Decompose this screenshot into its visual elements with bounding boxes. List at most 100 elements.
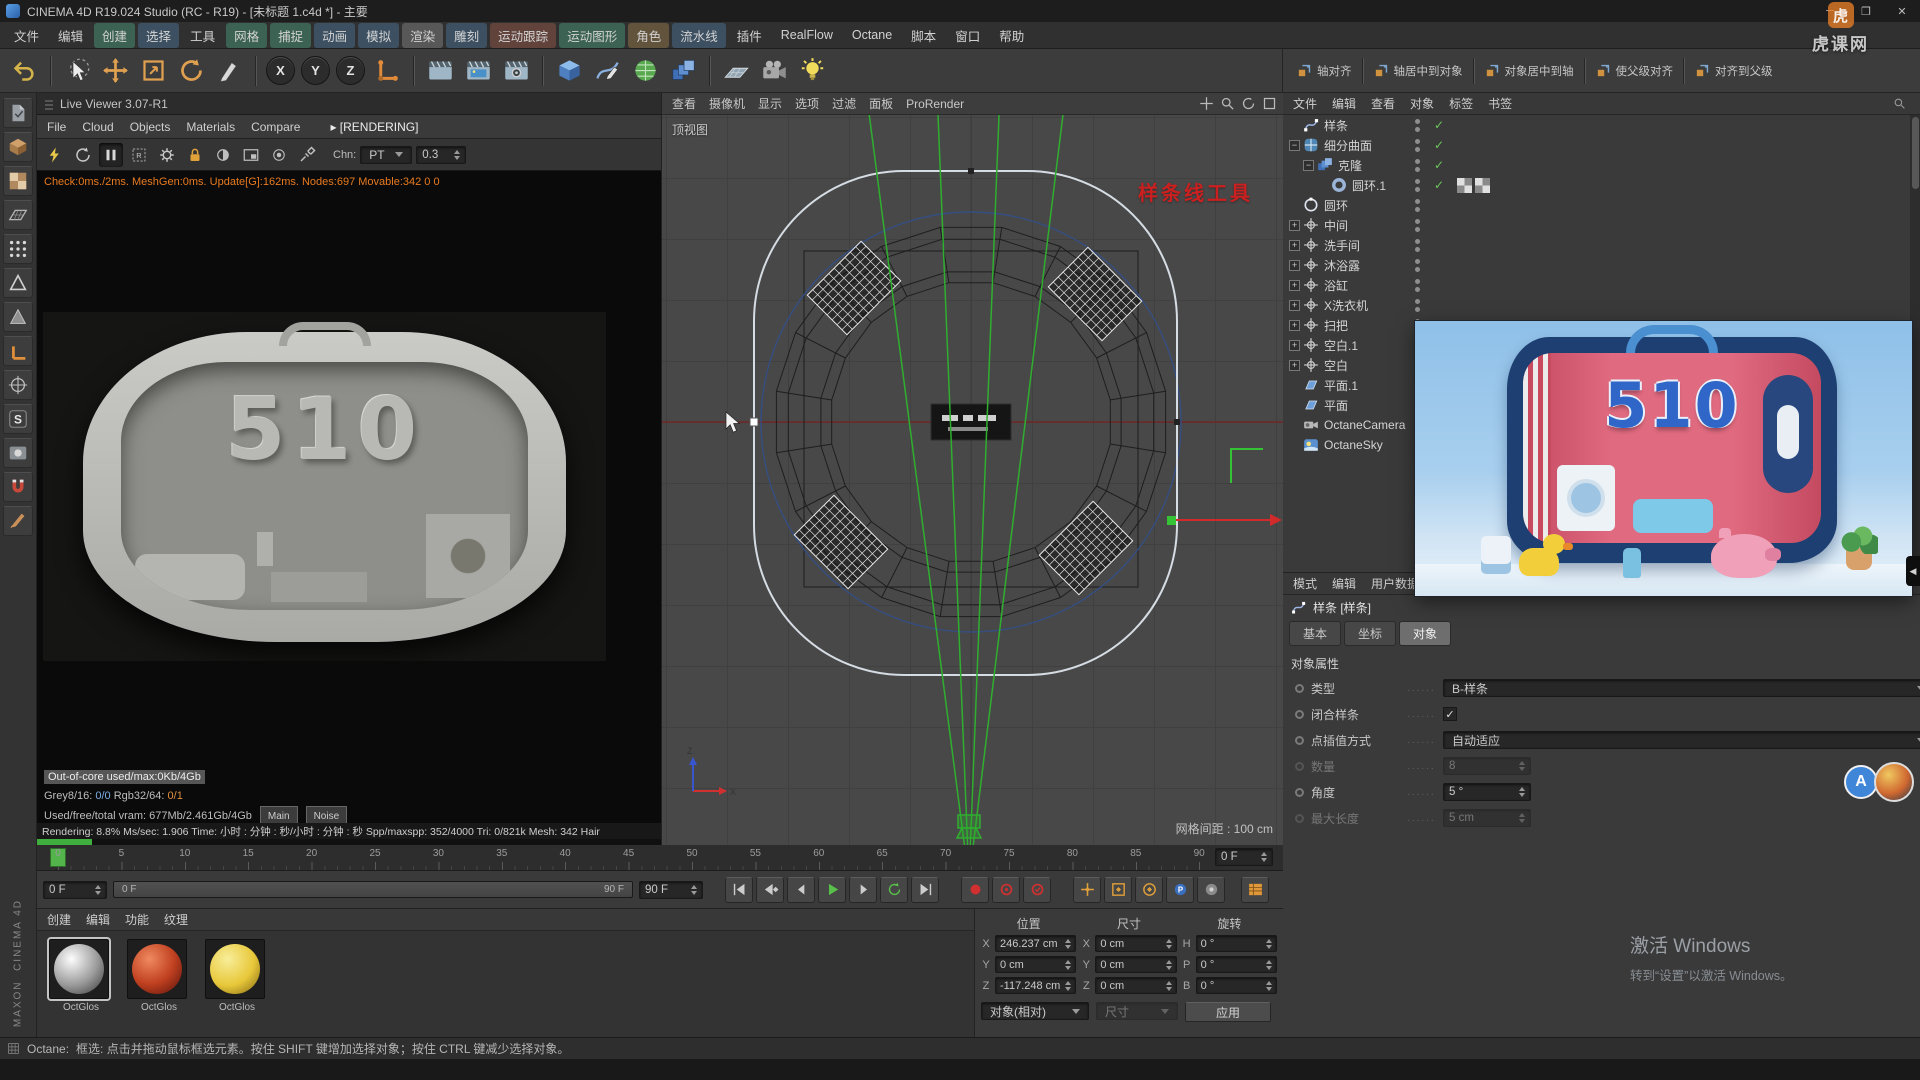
object-row-6[interactable]: +中间 xyxy=(1283,215,1910,235)
menu-item-16[interactable]: 插件 xyxy=(729,23,770,48)
tab-对象[interactable]: 对象 xyxy=(1399,621,1451,646)
menu-item-8[interactable]: 动画 xyxy=(314,23,355,48)
menu-item-15[interactable]: 流水线 xyxy=(672,23,726,48)
menu-item-4[interactable]: 选择 xyxy=(138,23,179,48)
object-row-1[interactable]: 样条✓ xyxy=(1283,115,1910,135)
coord-field-尺寸-X[interactable]: 0 cm xyxy=(1095,935,1176,952)
material-menu-编辑[interactable]: 编辑 xyxy=(86,911,110,928)
material-item-2[interactable]: OctGlos xyxy=(127,939,191,1013)
track-circle-icon[interactable] xyxy=(1295,762,1304,771)
om-menu-编辑[interactable]: 编辑 xyxy=(1332,95,1356,112)
size-mode-dropdown[interactable]: 尺寸 xyxy=(1096,1002,1178,1020)
material-item-3[interactable]: OctGlos xyxy=(205,939,269,1013)
tab-坐标[interactable]: 坐标 xyxy=(1344,621,1396,646)
start-frame-field[interactable]: 0 F xyxy=(43,881,107,899)
restart-icon[interactable] xyxy=(43,143,67,167)
zoom-icon[interactable] xyxy=(1220,96,1235,111)
om-menu-文件[interactable]: 文件 xyxy=(1293,95,1317,112)
visibility-dots[interactable] xyxy=(1415,219,1420,232)
object-row-7[interactable]: +洗手间 xyxy=(1283,235,1910,255)
enabled-check-icon[interactable]: ✓ xyxy=(1434,178,1444,192)
align-button-4[interactable]: 使父级对齐 xyxy=(1590,58,1679,83)
channel-value-stepper[interactable]: 0.3 xyxy=(416,146,466,164)
om-menu-书签[interactable]: 书签 xyxy=(1488,95,1512,112)
play-button[interactable] xyxy=(818,877,846,903)
render-view-tool[interactable] xyxy=(422,53,458,89)
visibility-dots[interactable] xyxy=(1415,299,1420,312)
expander-icon[interactable]: + xyxy=(1289,340,1300,351)
viewport-menu-摄像机[interactable]: 摄像机 xyxy=(709,95,745,112)
object-row-4[interactable]: 圆环.1✓ xyxy=(1283,175,1910,195)
focus-picker-icon[interactable] xyxy=(267,143,291,167)
coordinate-mode-dropdown[interactable]: 对象(相对) xyxy=(981,1002,1089,1020)
coord-field-位置-Z[interactable]: -117.248 cm xyxy=(995,977,1076,994)
rotate-tool[interactable] xyxy=(173,53,209,89)
avatar-letter-badge[interactable]: A xyxy=(1844,765,1878,799)
am-menu-编辑[interactable]: 编辑 xyxy=(1332,575,1356,592)
move-tool[interactable] xyxy=(97,53,133,89)
menu-item-5[interactable]: 工具 xyxy=(182,23,223,48)
record-active-button[interactable] xyxy=(961,877,989,903)
undo-tool[interactable] xyxy=(6,53,42,89)
checker-tag-icon[interactable] xyxy=(1457,178,1472,193)
material-picker-icon[interactable] xyxy=(295,143,319,167)
menu-item-3[interactable]: 创建 xyxy=(94,23,135,48)
material-menu-创建[interactable]: 创建 xyxy=(47,911,71,928)
tab-基本[interactable]: 基本 xyxy=(1289,621,1341,646)
lock-y-button[interactable]: Y xyxy=(301,56,330,85)
object-row-10[interactable]: +X洗衣机 xyxy=(1283,295,1910,315)
timeline-range-slider[interactable]: 0 F90 F xyxy=(113,881,633,898)
snap-icon[interactable]: S xyxy=(3,404,33,434)
key-parameter-button[interactable]: P xyxy=(1166,877,1194,903)
material-menu-功能[interactable]: 功能 xyxy=(125,911,149,928)
am-menu-用户数据[interactable]: 用户数据 xyxy=(1371,575,1419,592)
edges-mode-icon[interactable] xyxy=(3,268,33,298)
menu-item-1[interactable]: 文件 xyxy=(6,23,47,48)
viewport-menu-查看[interactable]: 查看 xyxy=(672,95,696,112)
visibility-dots[interactable] xyxy=(1415,179,1420,192)
checker-tag-icon[interactable] xyxy=(1475,178,1490,193)
cloner-tool[interactable] xyxy=(665,53,701,89)
end-frame-field[interactable]: 90 F xyxy=(639,881,703,899)
attribute-dropdown-3[interactable]: 自动适应 xyxy=(1443,731,1920,749)
expander-icon[interactable]: + xyxy=(1289,300,1300,311)
expander-icon[interactable]: − xyxy=(1303,160,1314,171)
live-viewer-menu-cloud[interactable]: Cloud xyxy=(82,120,113,134)
live-viewer-menu-file[interactable]: File xyxy=(47,120,66,134)
cube-primitive-tool[interactable] xyxy=(551,53,587,89)
material-menu-纹理[interactable]: 纹理 xyxy=(164,911,188,928)
camera-sync-icon[interactable] xyxy=(211,143,235,167)
timeline-window-button[interactable] xyxy=(1241,877,1269,903)
channel-dropdown[interactable]: PT xyxy=(360,146,412,164)
visibility-dots[interactable] xyxy=(1415,139,1420,152)
menu-item-10[interactable]: 渲染 xyxy=(402,23,443,48)
expander-icon[interactable]: + xyxy=(1289,240,1300,251)
live-selection-tool[interactable] xyxy=(59,53,95,89)
menu-item-2[interactable]: 编辑 xyxy=(50,23,91,48)
live-viewer-titlebar[interactable]: Live Viewer 3.07-R1 xyxy=(37,93,661,115)
camera-tool[interactable] xyxy=(756,53,792,89)
render-picture-viewer-tool[interactable] xyxy=(460,53,496,89)
enabled-check-icon[interactable]: ✓ xyxy=(1434,118,1444,132)
expander-icon[interactable]: + xyxy=(1289,280,1300,291)
key-position-button[interactable] xyxy=(1073,877,1101,903)
coord-field-尺寸-Y[interactable]: 0 cm xyxy=(1095,956,1176,973)
expander-icon[interactable]: − xyxy=(1289,140,1300,151)
key-pla-button[interactable] xyxy=(1197,877,1225,903)
key-rotation-button[interactable] xyxy=(1135,877,1163,903)
make-editable-icon[interactable] xyxy=(3,98,33,128)
workplane-mode-icon[interactable] xyxy=(3,200,33,230)
live-viewer-menu-objects[interactable]: Objects xyxy=(130,120,171,134)
last-tool-tool[interactable] xyxy=(211,53,247,89)
coord-field-尺寸-Z[interactable]: 0 cm xyxy=(1095,977,1176,994)
close-button[interactable]: ✕ xyxy=(1884,0,1920,22)
visibility-dots[interactable] xyxy=(1415,199,1420,212)
attribute-dropdown-1[interactable]: B-样条 xyxy=(1443,679,1920,697)
visibility-dots[interactable] xyxy=(1415,279,1420,292)
coord-field-旋转-P[interactable]: 0 ° xyxy=(1196,956,1277,973)
polygons-mode-icon[interactable] xyxy=(3,302,33,332)
paint-tool-icon[interactable] xyxy=(3,506,33,536)
om-menu-查看[interactable]: 查看 xyxy=(1371,95,1395,112)
object-row-9[interactable]: +浴缸 xyxy=(1283,275,1910,295)
enable-axis-icon[interactable] xyxy=(3,336,33,366)
